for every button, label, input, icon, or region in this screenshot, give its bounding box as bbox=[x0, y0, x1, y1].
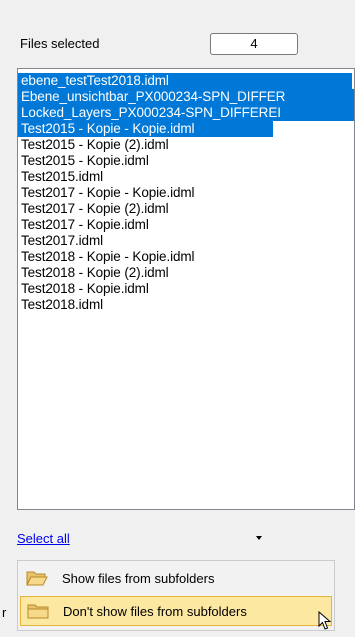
file-list-item[interactable]: Test2017.idml bbox=[18, 233, 354, 249]
file-list-item[interactable]: Test2018 - Kopie - Kopie.idml bbox=[18, 249, 354, 265]
file-list-item[interactable]: Test2018 - Kopie.idml bbox=[18, 281, 354, 297]
subfolder-menu: Show files from subfolders Don't show fi… bbox=[17, 560, 335, 631]
file-list-item[interactable]: Test2017 - Kopie - Kopie.idml bbox=[18, 185, 354, 201]
file-list-item[interactable]: Test2015 - Kopie (2).idml bbox=[18, 137, 354, 153]
file-list-item[interactable]: Test2017 - Kopie.idml bbox=[18, 217, 354, 233]
file-list-item[interactable]: Test2017 - Kopie (2).idml bbox=[18, 201, 354, 217]
file-list-item[interactable]: Test2015 - Kopie - Kopie.idml bbox=[18, 121, 273, 137]
file-list-item[interactable]: Test2018 - Kopie (2).idml bbox=[18, 265, 354, 281]
folder-icon bbox=[27, 604, 49, 619]
file-list-item[interactable]: Test2018.idml bbox=[18, 297, 354, 313]
mouse-cursor-icon bbox=[318, 611, 332, 630]
file-list-item[interactable]: Locked_Layers_PX000234-SPN_DIFFEREI bbox=[18, 105, 354, 121]
files-count-field[interactable]: 4 bbox=[210, 33, 298, 55]
file-list-item[interactable]: Test2015.idml bbox=[18, 169, 354, 185]
dropdown-arrow-icon[interactable] bbox=[256, 536, 262, 540]
menu-item-show-subfolders[interactable]: Show files from subfolders bbox=[20, 563, 332, 593]
file-list-item[interactable]: Test2015 - Kopie.idml bbox=[18, 153, 354, 169]
file-list[interactable]: ebene_testTest2018.idml Ebene_unsichtbar… bbox=[17, 68, 355, 510]
menu-item-label: Don't show files from subfolders bbox=[63, 603, 247, 619]
menu-item-hide-subfolders[interactable]: Don't show files from subfolders bbox=[20, 596, 332, 626]
files-selected-label: Files selected bbox=[20, 36, 100, 51]
clipped-text: r bbox=[2, 605, 7, 620]
folder-open-icon bbox=[26, 571, 48, 586]
file-list-item[interactable]: Ebene_unsichtbar_PX000234-SPN_DIFFER bbox=[18, 89, 354, 105]
select-all-link[interactable]: Select all bbox=[17, 531, 70, 546]
file-list-item[interactable]: ebene_testTest2018.idml bbox=[18, 73, 352, 89]
menu-item-label: Show files from subfolders bbox=[62, 570, 215, 586]
